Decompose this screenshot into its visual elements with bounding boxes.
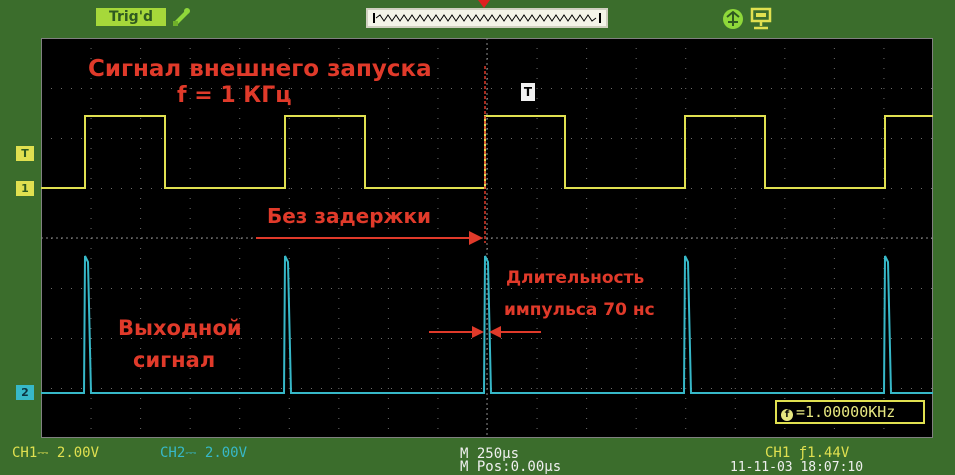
trigger-position-marker (478, 0, 490, 8)
oscilloscope-display: Trig'd Сигнал внешнего запуска f = 1 КГц… (0, 0, 955, 475)
ch1-waveform (41, 115, 933, 189)
frequency-icon: f (781, 409, 793, 421)
trigger-status-badge: Trig'd (96, 8, 166, 26)
annotation-trigger-signal: Сигнал внешнего запуска (88, 56, 432, 82)
trigger-time-marker: T (521, 83, 535, 101)
waveform-screen: Сигнал внешнего запуска f = 1 КГц Без за… (41, 38, 933, 438)
ch2-ground-marker: 2 (16, 385, 34, 400)
traces-layer (41, 66, 933, 394)
annotation-duration-line2: импульса 70 нс (504, 300, 655, 320)
trigger-level-marker: T (16, 146, 34, 161)
ch1-scale-label: CH1⎓ 2.00V (12, 445, 100, 461)
annotation-output-line2: сигнал (133, 348, 216, 372)
frequency-counter: f =1.00000KHz (775, 400, 925, 424)
annotation-no-delay: Без задержки (267, 204, 432, 228)
display-icon (750, 7, 772, 30)
no-delay-arrow (256, 231, 483, 245)
annotation-duration-line1: Длительность (506, 268, 645, 288)
annotation-frequency: f = 1 КГц (177, 83, 292, 108)
annotation-output-line1: Выходной (118, 316, 242, 340)
frequency-value: =1.00000KHz (796, 403, 896, 421)
trigger-level-label: CH1 ƒ1.44V (765, 445, 850, 461)
ch1-ground-marker: 1 (16, 181, 34, 196)
network-icon (723, 9, 743, 29)
usb-icon (173, 8, 190, 26)
bottom-status-bar: CH1⎓ 2.00V CH2⎓ 2.00V M 250µs M Pos:0.00… (0, 438, 955, 475)
top-status-bar: Trig'd (0, 0, 955, 38)
memory-window-indicator (366, 8, 608, 28)
ch2-scale-label: CH2⎓ 2.00V (160, 445, 248, 461)
